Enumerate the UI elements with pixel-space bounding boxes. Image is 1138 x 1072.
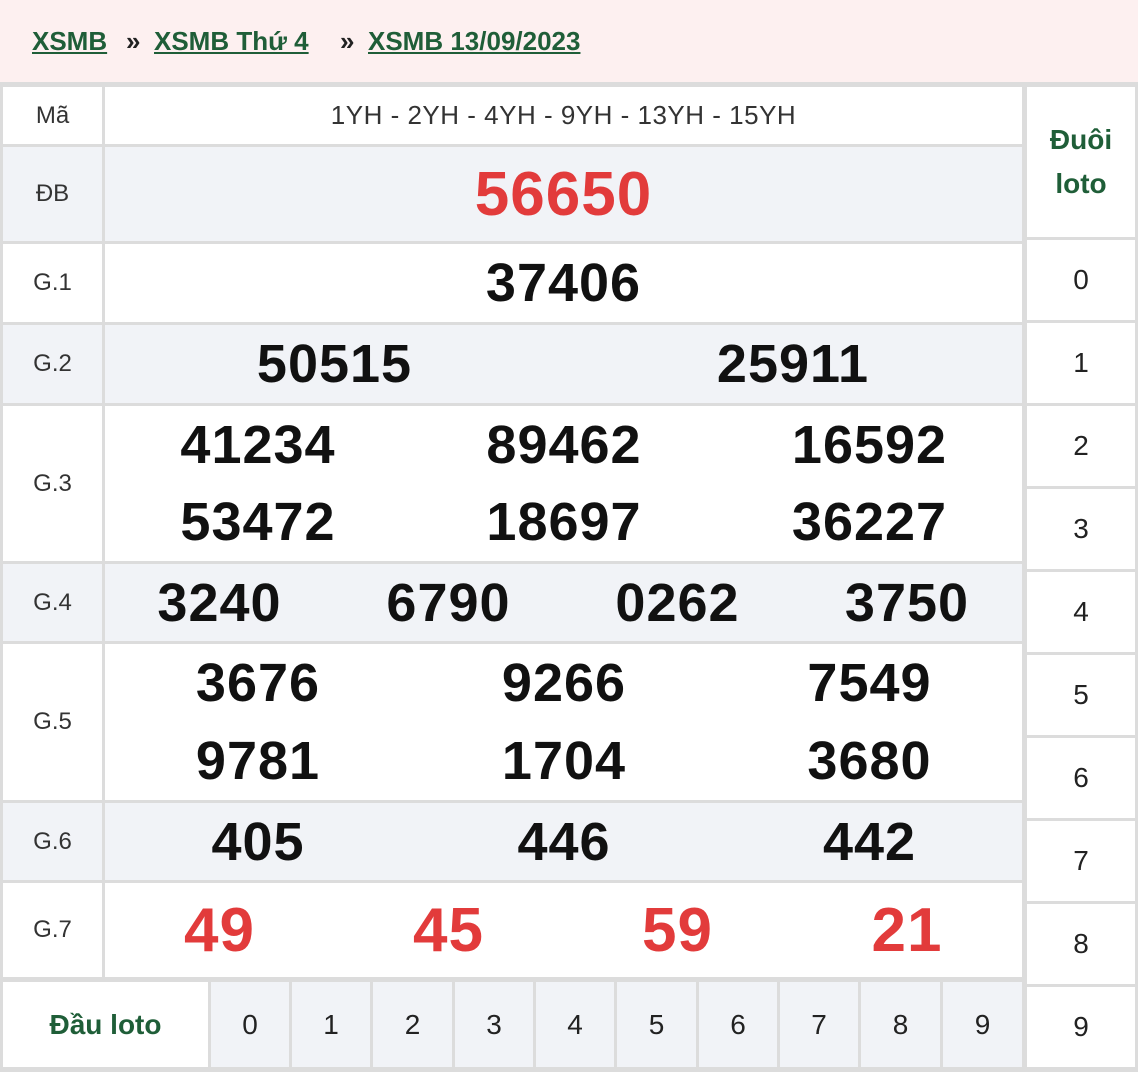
dau-loto-digit[interactable]: 7 — [780, 982, 858, 1067]
prize-number-g3: 53472 — [180, 492, 336, 552]
duoi-loto-label-line2: loto — [1055, 168, 1107, 199]
prize-number-g2: 50515 — [256, 334, 413, 394]
breadcrumb-separator: » — [340, 26, 355, 56]
prize-number-g6: 405 — [211, 811, 305, 872]
prize-row-db: 56650 — [105, 147, 1022, 241]
prize-number-g7: 49 — [184, 895, 255, 965]
prize-number-g5: 9781 — [195, 731, 321, 791]
prize-row-g5: 3676 9266 7549 9781 1704 3680 — [105, 644, 1022, 800]
ma-codes: 1YH - 2YH - 4YH - 9YH - 13YH - 15YH — [105, 87, 1022, 144]
results-table: Mã 1YH - 2YH - 4YH - 9YH - 13YH - 15YH Đ… — [0, 82, 1138, 1072]
breadcrumb: XSMB » XSMB Thứ 4 » XSMB 13/09/2023 — [0, 0, 1138, 82]
duoi-loto-digit[interactable]: 1 — [1027, 323, 1135, 403]
duoi-loto-digit[interactable]: 3 — [1027, 489, 1135, 569]
prize-number-g3: 16592 — [791, 415, 948, 475]
prize-row-g6: 405 446 442 — [105, 803, 1022, 880]
prize-label-db: ĐB — [3, 147, 102, 241]
prize-number-db: 56650 — [474, 159, 653, 229]
prize-number-g4: 6790 — [386, 572, 511, 633]
breadcrumb-link-xsmb[interactable]: XSMB — [32, 26, 107, 57]
duoi-loto-digit[interactable]: 5 — [1027, 655, 1135, 735]
dau-loto-label: Đầu loto — [3, 982, 208, 1067]
dau-loto-digit[interactable]: 4 — [536, 982, 614, 1067]
prize-number-g4: 3240 — [157, 572, 282, 633]
dau-loto-digit[interactable]: 9 — [943, 982, 1022, 1067]
prize-number-g5: 3676 — [195, 653, 321, 713]
prize-label-g7: G.7 — [3, 883, 102, 977]
dau-loto-digit[interactable]: 2 — [373, 982, 452, 1067]
prize-row-g3: 41234 89462 16592 53472 18697 36227 — [105, 406, 1022, 561]
prize-number-g5: 7549 — [807, 653, 932, 713]
prize-number-g3: 36227 — [791, 492, 948, 552]
prize-label-g4: G.4 — [3, 564, 102, 641]
ma-label: Mã — [3, 87, 102, 144]
duoi-loto-digit[interactable]: 9 — [1027, 987, 1135, 1067]
prize-number-g5: 9266 — [501, 653, 627, 713]
prize-row-g7: 49 45 59 21 — [105, 883, 1022, 977]
prize-row-g2: 50515 25911 — [105, 325, 1022, 403]
duoi-loto-digit[interactable]: 7 — [1027, 821, 1135, 901]
prize-number-g5: 3680 — [807, 731, 932, 791]
prize-label-g5: G.5 — [3, 644, 102, 800]
prize-number-g7: 59 — [642, 895, 713, 965]
dau-loto-digit[interactable]: 0 — [211, 982, 289, 1067]
prize-number-g5: 1704 — [501, 731, 627, 791]
prize-row-g4: 3240 6790 0262 3750 — [105, 564, 1022, 641]
prize-number-g4: 0262 — [615, 572, 740, 633]
dau-loto-digit[interactable]: 1 — [292, 982, 370, 1067]
prize-number-g1: 37406 — [485, 253, 642, 313]
duoi-loto-label-line1: Đuôi — [1049, 124, 1113, 155]
duoi-loto-digit[interactable]: 6 — [1027, 738, 1135, 818]
duoi-loto-digit[interactable]: 8 — [1027, 904, 1135, 984]
prize-row-g1: 37406 — [105, 244, 1022, 322]
dau-loto-digit[interactable]: 3 — [455, 982, 533, 1067]
dau-loto-digit[interactable]: 8 — [861, 982, 940, 1067]
prize-number-g6: 442 — [822, 811, 917, 872]
prize-number-g3: 89462 — [486, 415, 642, 475]
prize-label-g2: G.2 — [3, 325, 102, 403]
dau-loto-digit[interactable]: 6 — [699, 982, 777, 1067]
duoi-loto-digit[interactable]: 4 — [1027, 572, 1135, 652]
prize-number-g7: 45 — [413, 895, 484, 965]
prize-number-g3: 41234 — [180, 415, 336, 475]
duoi-loto-digit[interactable]: 2 — [1027, 406, 1135, 486]
prize-number-g6: 446 — [517, 811, 611, 872]
duoi-loto-header: Đuôi loto — [1027, 87, 1135, 237]
prize-label-g6: G.6 — [3, 803, 102, 880]
prize-number-g7: 21 — [871, 895, 943, 965]
prize-number-g3: 18697 — [486, 492, 642, 552]
prize-label-g3: G.3 — [3, 406, 102, 561]
breadcrumb-link-xsmb-date[interactable]: XSMB 13/09/2023 — [368, 26, 580, 57]
duoi-loto-digit[interactable]: 0 — [1027, 240, 1135, 320]
prize-number-g2: 25911 — [716, 334, 870, 394]
prize-label-g1: G.1 — [3, 244, 102, 322]
prize-number-g4: 3750 — [844, 572, 970, 633]
dau-loto-digit[interactable]: 5 — [617, 982, 696, 1067]
breadcrumb-separator: » — [126, 26, 141, 56]
breadcrumb-link-xsmb-thu-4[interactable]: XSMB Thứ 4 — [154, 26, 309, 57]
